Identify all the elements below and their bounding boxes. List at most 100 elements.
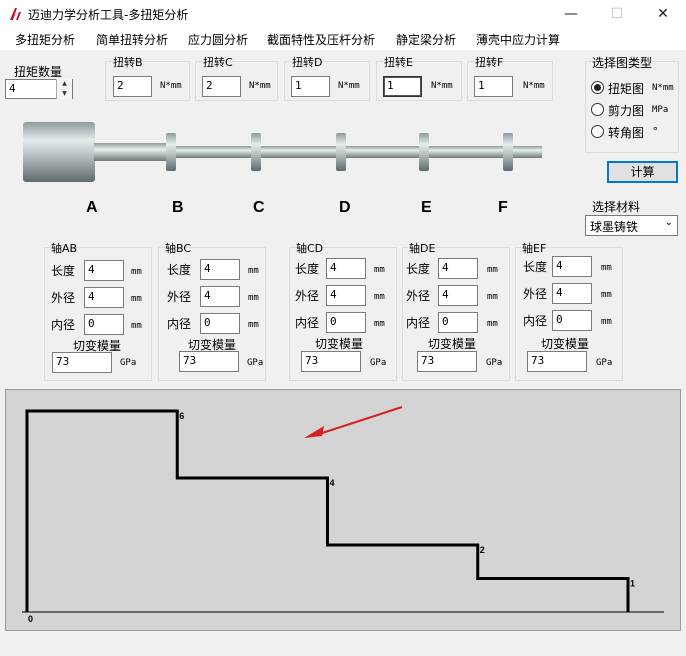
torque-diagram-unit: N*mm [652,83,674,93]
menu-multi-torque[interactable]: 多扭矩分析 [15,31,75,48]
segment-cd-length-label: 长度 [295,262,320,276]
segment-ab-length-input[interactable]: 4 [84,260,124,281]
segment-bc-outer-unit: mm [248,293,259,303]
annotation-arrow-shaft [315,406,403,436]
segment-ef-length-input[interactable]: 4 [552,256,592,277]
spin-up-icon[interactable]: ▲ [57,79,72,89]
segment-ef-inner-unit: mm [601,317,612,327]
segment-ab-inner-input[interactable]: 0 [84,314,124,335]
maximize-button[interactable]: ☐ [594,0,640,28]
torque-f-input[interactable]: 1 [474,76,513,97]
segment-bc-outer-label: 外径 [167,290,192,304]
collar-f [503,133,513,171]
title-bar: 迈迪力学分析工具-多扭矩分析 — ☐ ✕ [0,0,686,28]
segment-group-ef: 轴EF 长度 4 mm 外径 4 mm 内径 0 mm 切变模量 73 GPa [515,242,623,381]
segment-bc-inner-input[interactable]: 0 [200,313,240,334]
radio-angle-diagram[interactable] [591,125,604,138]
angle-diagram-label: 转角图 [608,126,645,140]
annotation-arrow-icon [304,426,324,438]
segment-de-inner-label: 内径 [406,316,431,330]
collar-b [166,133,176,171]
baseline-label: 0 [28,614,33,624]
torque-group-d: 扭转D 1 N*mm [284,56,370,101]
segment-value-label: 2 [480,545,485,555]
segment-de-length-label: 长度 [406,262,431,276]
segment-ab-inner-label: 内径 [51,318,76,332]
segment-de-modulus-input[interactable]: 73 [417,351,477,372]
menu-simple-torsion[interactable]: 简单扭转分析 [96,31,168,48]
segment-de-inner-input[interactable]: 0 [438,312,478,333]
torque-b-input[interactable]: 2 [113,76,152,97]
segment-cd-modulus-input[interactable]: 73 [301,351,361,372]
segment-ab-modulus-input[interactable]: 73 [52,352,112,373]
torque-count-label: 扭矩数量 [14,65,63,79]
torque-step-line [25,409,630,612]
segment-de-outer-unit: mm [487,292,498,302]
segment-group-ab: 轴AB 长度 4 mm 外径 4 mm 内径 0 mm 切变模量 73 GPa [44,242,152,381]
menu-stress-circle[interactable]: 应力圆分析 [188,31,248,48]
torque-d-input[interactable]: 1 [291,76,330,97]
segment-cd-length-unit: mm [374,265,385,275]
segment-de-outer-input[interactable]: 4 [438,285,478,306]
close-button[interactable]: ✕ [640,0,686,28]
segment-bc-length-input[interactable]: 4 [200,259,240,280]
torque-e-unit: N*mm [431,81,453,91]
segment-de-length-input[interactable]: 4 [438,258,478,279]
segment-group-bc: 轴BC 长度 4 mm 外径 4 mm 内径 0 mm 切变模量 73 GPa [158,242,266,381]
segment-bc-modulus-input[interactable]: 73 [179,351,239,372]
torque-diagram-label: 扭矩图 [608,82,645,96]
segment-cd-outer-label: 外径 [295,289,320,303]
spin-down-icon[interactable]: ▼ [57,89,72,99]
segment-ef-modulus-input[interactable]: 73 [527,351,587,372]
torque-f-label: 扭转F [475,56,504,69]
shaft-illustration [23,122,542,182]
segment-cd-inner-label: 内径 [295,316,320,330]
shaft-label-e: E [421,199,432,216]
menu-section-properties[interactable]: 截面特性及压杆分析 [267,31,375,48]
segment-ab-outer-input[interactable]: 4 [84,287,124,308]
segment-bc-outer-input[interactable]: 4 [200,286,240,307]
segment-group-cd: 轴CD 长度 4 mm 外径 4 mm 内径 0 mm 切变模量 73 GPa [289,242,397,381]
torque-count-spinner[interactable]: ▲ ▼ [56,79,72,99]
radio-shear-diagram[interactable] [591,103,604,116]
menu-thin-shell[interactable]: 薄壳中应力计算 [476,31,560,48]
collar-c [251,133,261,171]
segment-cd-length-input[interactable]: 4 [326,258,366,279]
shaft-label-d: D [339,199,351,216]
shaft-label-f: F [498,199,508,216]
calculate-button[interactable]: 计算 [607,161,678,183]
material-select[interactable]: 球墨铸铁 ⌄ [585,215,678,236]
segment-bc-modulus-unit: GPa [247,358,264,368]
segment-cd-outer-input[interactable]: 4 [326,285,366,306]
torque-group-f: 扭转F 1 N*mm [467,56,553,101]
segment-ab-modulus-unit: GPa [120,358,137,368]
segment-ab-length-unit: mm [131,267,142,277]
segment-ef-modulus-label: 切变模量 [541,337,590,351]
diagram-type-label: 选择图类型 [592,56,653,70]
minimize-button[interactable]: — [548,0,594,28]
segment-bc-length-label: 长度 [167,263,192,277]
app-logo-icon [10,8,21,20]
chevron-down-icon[interactable]: ⌄ [665,217,673,228]
menu-static-beam[interactable]: 静定梁分析 [396,31,456,48]
segment-cd-inner-input[interactable]: 0 [326,312,366,333]
torque-e-input[interactable]: 1 [383,76,422,97]
torque-c-unit: N*mm [249,81,271,91]
segment-ef-inner-input[interactable]: 0 [552,310,592,331]
diagram-type-group: 选择图类型 扭矩图 N*mm 剪力图 MPa 转角图 ° [585,56,679,153]
segment-ab-name: 轴AB [51,242,78,255]
torque-e-label: 扭转E [384,56,413,69]
torque-c-input[interactable]: 2 [202,76,241,97]
status-bar [0,633,686,656]
segment-ef-outer-label: 外径 [523,287,548,301]
segment-ef-inner-label: 内径 [523,314,548,328]
window-title: 迈迪力学分析工具-多扭矩分析 [28,8,189,22]
torque-d-label: 扭转D [292,56,323,69]
radio-torque-diagram[interactable] [591,81,604,94]
segment-value-label: 6 [179,411,184,421]
shaft-label-a: A [86,199,98,216]
segment-ef-name: 轴EF [522,242,547,255]
segment-ef-outer-input[interactable]: 4 [552,283,592,304]
segment-cd-outer-unit: mm [374,292,385,302]
torque-group-c: 扭转C 2 N*mm [195,56,278,101]
